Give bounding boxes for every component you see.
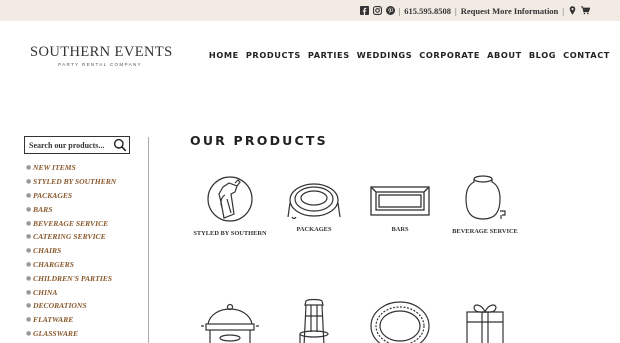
- chair-icon: [299, 298, 329, 343]
- bars-icon: [370, 186, 430, 216]
- bullet-icon: ●: [26, 205, 32, 213]
- nav-parties[interactable]: PARTIES: [308, 50, 350, 60]
- category-link[interactable]: GLASSWARE: [33, 329, 78, 338]
- nav-products[interactable]: PRODUCTS: [246, 50, 301, 60]
- product-tile-bars[interactable]: BARS: [355, 173, 445, 234]
- product-label: STYLED BY SOUTHERN: [193, 230, 267, 237]
- category-item[interactable]: ● CHINA: [26, 285, 116, 299]
- chafing-dish-icon: [201, 303, 259, 343]
- category-link[interactable]: PACKAGES: [33, 191, 72, 200]
- search-input[interactable]: [29, 139, 109, 151]
- category-item[interactable]: ● CHAIRS: [26, 244, 116, 258]
- product-tile-beverage-service[interactable]: BEVERAGE SERVICE: [440, 173, 530, 236]
- location-pin-icon[interactable]: [568, 6, 577, 15]
- bullet-icon: ●: [26, 219, 32, 227]
- category-link[interactable]: CHINA: [33, 288, 57, 297]
- category-link[interactable]: CHAIRS: [33, 246, 61, 255]
- top-bar-links: | 615.595.8508 | Request More Informatio…: [359, 4, 590, 17]
- bullet-icon: ●: [26, 247, 32, 255]
- product-tile-packages[interactable]: PACKAGES: [269, 173, 359, 234]
- category-item[interactable]: ● NEW ITEMS: [26, 161, 116, 175]
- nav-about[interactable]: ABOUT: [487, 50, 522, 60]
- category-link[interactable]: NEW ITEMS: [33, 163, 76, 172]
- nav-corporate[interactable]: CORPORATE: [419, 50, 480, 60]
- separator: |: [562, 5, 564, 16]
- phone-link[interactable]: 615.595.8508: [404, 6, 451, 16]
- bullet-icon: ●: [26, 329, 32, 337]
- bullet-icon: ●: [26, 274, 32, 282]
- category-item[interactable]: ● BARS: [26, 202, 116, 216]
- category-link[interactable]: DECORATIONS: [33, 301, 87, 310]
- bullet-icon: ●: [26, 288, 32, 296]
- product-tile-styled-by-southern[interactable]: STYLED BY SOUTHERN: [185, 173, 275, 238]
- category-link[interactable]: STYLED BY SOUTHERN: [33, 177, 116, 186]
- instagram-icon[interactable]: [372, 6, 382, 15]
- logo-subtitle: PARTY RENTAL COMPANY: [58, 62, 142, 67]
- category-link[interactable]: FLATWARE: [33, 315, 73, 324]
- product-tile-charger[interactable]: [355, 298, 445, 343]
- page-title: OUR PRODUCTS: [190, 133, 328, 148]
- bullet-icon: ●: [26, 191, 32, 199]
- beverage-service-icon: [465, 175, 506, 220]
- category-link[interactable]: BEVERAGE SERVICE: [33, 219, 108, 228]
- bullet-icon: ●: [26, 260, 32, 268]
- nav-contact[interactable]: CONTACT: [563, 50, 610, 60]
- category-item[interactable]: ● FLATWARE: [26, 313, 116, 327]
- product-search: [24, 136, 130, 154]
- bullet-icon: ●: [26, 302, 32, 310]
- separator: |: [398, 5, 401, 16]
- bullet-icon: ●: [26, 164, 32, 172]
- main-nav: HOME PRODUCTS PARTIES WEDDINGS CORPORATE…: [209, 50, 610, 60]
- category-link[interactable]: CHARGERS: [33, 260, 74, 269]
- category-item[interactable]: ● DECORATIONS: [26, 299, 116, 313]
- gift-box-icon: [466, 304, 504, 343]
- bullet-icon: ●: [26, 178, 32, 186]
- category-link[interactable]: CATERING SERVICE: [33, 232, 106, 241]
- pinterest-icon[interactable]: [385, 6, 395, 15]
- styled-by-southern-icon: [207, 176, 253, 222]
- category-list: ● NEW ITEMS ● STYLED BY SOUTHERN ● PACKAGES…: [26, 161, 116, 340]
- product-tile-chair[interactable]: [269, 298, 359, 343]
- request-info-link[interactable]: Request More Information: [461, 6, 559, 16]
- bullet-icon: ●: [26, 316, 32, 324]
- search-icon[interactable]: [113, 138, 127, 152]
- product-label: PACKAGES: [296, 226, 332, 233]
- category-item[interactable]: ● CATERING SERVICE: [26, 230, 116, 244]
- site-logo[interactable]: SOUTHERN EVENTS PARTY RENTAL COMPANY: [30, 44, 173, 67]
- category-link[interactable]: BARS: [33, 205, 52, 214]
- facebook-icon[interactable]: [359, 6, 369, 15]
- nav-weddings[interactable]: WEDDINGS: [357, 50, 413, 60]
- category-item[interactable]: ● BEVERAGE SERVICE: [26, 216, 116, 230]
- category-item[interactable]: ● PACKAGES: [26, 189, 116, 203]
- separator: |: [455, 5, 457, 16]
- nav-blog[interactable]: BLOG: [529, 50, 556, 60]
- logo-title: SOUTHERN EVENTS: [30, 44, 173, 60]
- category-item[interactable]: ● GLASSWARE: [26, 327, 116, 341]
- category-item[interactable]: ● CHARGERS: [26, 258, 116, 272]
- product-label: BEVERAGE SERVICE: [452, 228, 518, 235]
- category-item[interactable]: ● STYLED BY SOUTHERN: [26, 175, 116, 189]
- category-item[interactable]: ● CHILDREN'S PARTIES: [26, 271, 116, 285]
- sidebar-divider: [148, 137, 149, 343]
- product-tile-chafing-dish[interactable]: [185, 298, 275, 343]
- product-tile-gift-box[interactable]: [440, 298, 530, 343]
- cart-icon[interactable]: [581, 6, 590, 15]
- product-label: BARS: [391, 226, 409, 233]
- charger-plate-icon: [370, 301, 430, 343]
- packages-icon: [287, 183, 341, 220]
- category-link[interactable]: CHILDREN'S PARTIES: [33, 274, 112, 283]
- top-bar: | 615.595.8508 | Request More Informatio…: [0, 0, 620, 21]
- nav-home[interactable]: HOME: [209, 50, 239, 60]
- bullet-icon: ●: [26, 233, 32, 241]
